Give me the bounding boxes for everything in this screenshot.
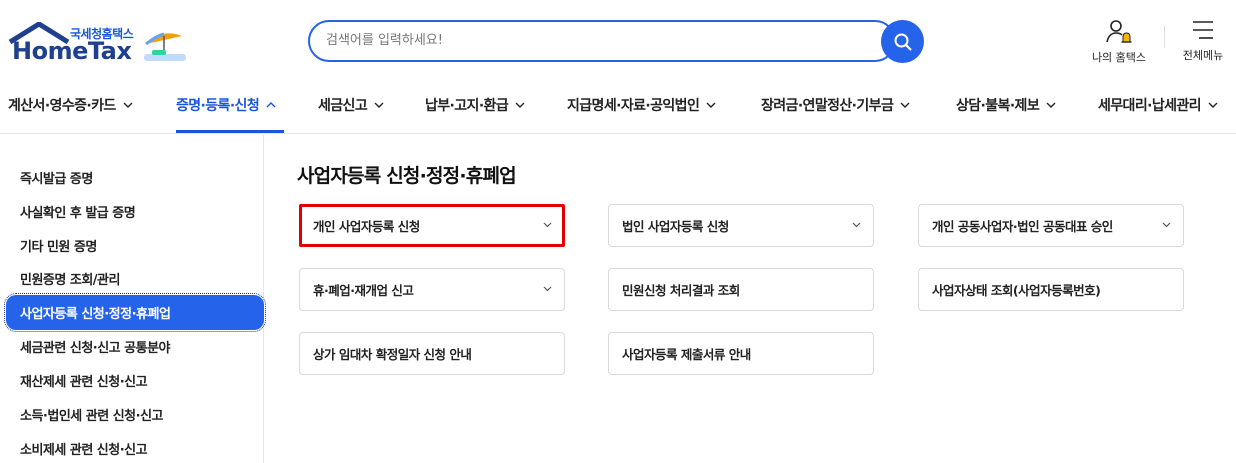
- card-label: 민원신청 처리결과 조회: [622, 283, 740, 298]
- nav-item-certificate[interactable]: 증명·등록·신청: [176, 76, 276, 134]
- nav-item-invoice[interactable]: 계산서·영수증·카드: [8, 76, 133, 134]
- search-box: [308, 20, 896, 62]
- card-individual-business-registration[interactable]: 개인 사업자등록 신청: [299, 204, 565, 247]
- chevron-down-icon: [543, 222, 552, 228]
- sidebar-item-label: 소비제세 관련 신청·신고: [20, 442, 148, 458]
- card-corporate-business-registration[interactable]: 법인 사업자등록 신청: [608, 204, 874, 247]
- my-hometax-button[interactable]: 나의 홈택스: [1088, 18, 1150, 65]
- nav-item-tax-report[interactable]: 세금신고: [318, 76, 384, 134]
- card-label: 사업자등록 제출서류 안내: [622, 347, 751, 362]
- sidebar-item-label: 소득·법인세 관련 신청·신고: [20, 408, 164, 424]
- search-button[interactable]: [881, 20, 924, 63]
- nav-item-label: 계산서·영수증·카드: [8, 98, 116, 114]
- card-label: 사업자상태 조회(사업자등록번호): [932, 283, 1101, 298]
- sidebar-item-instant-certificate[interactable]: 즉시발급 증명: [20, 160, 93, 194]
- chevron-down-icon: [543, 286, 552, 292]
- sidebar-item-property-tax[interactable]: 재산제세 관련 신청·신고: [20, 363, 148, 397]
- chevron-down-icon: [374, 102, 384, 108]
- nav-item-statements[interactable]: 지급명세·자료·공익법인: [567, 76, 716, 134]
- card-label: 법인 사업자등록 신청: [622, 219, 729, 234]
- card-suspension-closure-report[interactable]: 휴·폐업·재개업 신고: [299, 268, 565, 311]
- sidebar-item-certificate-lookup[interactable]: 민원증명 조회/관리: [20, 261, 120, 295]
- chevron-down-icon: [515, 102, 525, 108]
- chevron-down-icon: [706, 102, 716, 108]
- chevron-down-icon: [852, 222, 861, 228]
- hamburger-menu-icon: [1193, 21, 1213, 39]
- card-label: 상가 임대차 확정일자 신청 안내: [313, 347, 472, 362]
- search-input[interactable]: [326, 22, 866, 59]
- sidebar-item-common-application[interactable]: 세금관련 신청·신고 공통분야: [20, 329, 171, 363]
- nav-item-label: 세무대리·납세관리: [1098, 98, 1202, 114]
- header-divider: [1164, 26, 1165, 48]
- sidebar-item-verified-certificate[interactable]: 사실확인 후 발급 증명: [20, 194, 136, 228]
- logo-title: HomeTax: [12, 37, 132, 65]
- sidebar-item-label: 즉시발급 증명: [20, 171, 93, 187]
- card-application-result-lookup[interactable]: 민원신청 처리결과 조회: [608, 268, 874, 311]
- chevron-down-icon: [123, 102, 133, 108]
- card-label: 휴·폐업·재개업 신고: [313, 283, 414, 298]
- all-menu-label: 전체메뉴: [1182, 49, 1224, 62]
- nav-item-payment[interactable]: 납부·고지·환급: [425, 76, 525, 134]
- sidebar-item-label: 재산제세 관련 신청·신고: [20, 374, 148, 390]
- nav-active-indicator: [176, 130, 284, 133]
- user-bell-icon: [1106, 20, 1132, 43]
- nav-item-label: 세금신고: [318, 98, 368, 114]
- sidebar-item-other-certificate[interactable]: 기타 민원 증명: [20, 228, 97, 262]
- nav-item-label: 상담·불복·제보: [956, 98, 1040, 114]
- nav-item-label: 장려금·연말정산·기부금: [761, 98, 894, 114]
- chevron-down-icon: [1208, 102, 1218, 108]
- card-label: 개인 공동사업자·법인 공동대표 승인: [932, 219, 1113, 234]
- nav-item-tax-agent[interactable]: 세무대리·납세관리: [1098, 76, 1218, 134]
- chevron-down-icon: [1162, 222, 1171, 228]
- card-lease-fixed-date-guide[interactable]: 상가 임대차 확정일자 신청 안내: [299, 332, 565, 375]
- nav-item-label: 지급명세·자료·공익법인: [567, 98, 700, 114]
- card-joint-business-approval[interactable]: 개인 공동사업자·법인 공동대표 승인: [918, 204, 1184, 247]
- sidebar-item-business-registration[interactable]: 사업자등록 신청·정정·휴폐업: [4, 293, 266, 332]
- chevron-up-icon: [266, 102, 276, 108]
- chevron-down-icon: [1046, 102, 1056, 108]
- sidebar-item-consumption-tax[interactable]: 소비제세 관련 신청·신고: [20, 431, 148, 463]
- card-required-documents-guide[interactable]: 사업자등록 제출서류 안내: [608, 332, 874, 375]
- sidebar-item-label: 세금관련 신청·신고 공통분야: [20, 340, 171, 356]
- global-nav: 계산서·영수증·카드 증명·등록·신청 세금신고 납부·고지·환급 지급명세·자…: [0, 76, 1236, 134]
- search-icon: [894, 33, 912, 51]
- sidebar-item-label: 민원증명 조회/관리: [20, 272, 120, 288]
- parasol-icon: [144, 32, 186, 61]
- nav-item-label: 증명·등록·신청: [176, 98, 260, 114]
- nav-item-consulting[interactable]: 상담·불복·제보: [956, 76, 1056, 134]
- all-menu-button[interactable]: 전체메뉴: [1178, 18, 1228, 63]
- nav-item-label: 납부·고지·환급: [425, 98, 509, 114]
- hometax-logo[interactable]: 국세청홈택스 HomeTax: [6, 20, 192, 66]
- card-business-status-lookup[interactable]: 사업자상태 조회(사업자등록번호): [918, 268, 1184, 311]
- page-title: 사업자등록 신청·정정·휴폐업: [297, 165, 517, 187]
- sidebar-item-label: 사업자등록 신청·정정·휴폐업: [20, 307, 171, 322]
- sidebar-item-income-corporate-tax[interactable]: 소득·법인세 관련 신청·신고: [20, 397, 164, 431]
- sidebar-item-label: 사실확인 후 발급 증명: [20, 205, 136, 221]
- chevron-down-icon: [900, 102, 910, 108]
- sidebar-item-label: 기타 민원 증명: [20, 239, 97, 255]
- card-label: 개인 사업자등록 신청: [313, 219, 420, 234]
- nav-item-incentives[interactable]: 장려금·연말정산·기부금: [761, 76, 910, 134]
- my-hometax-label: 나의 홈택스: [1091, 51, 1147, 64]
